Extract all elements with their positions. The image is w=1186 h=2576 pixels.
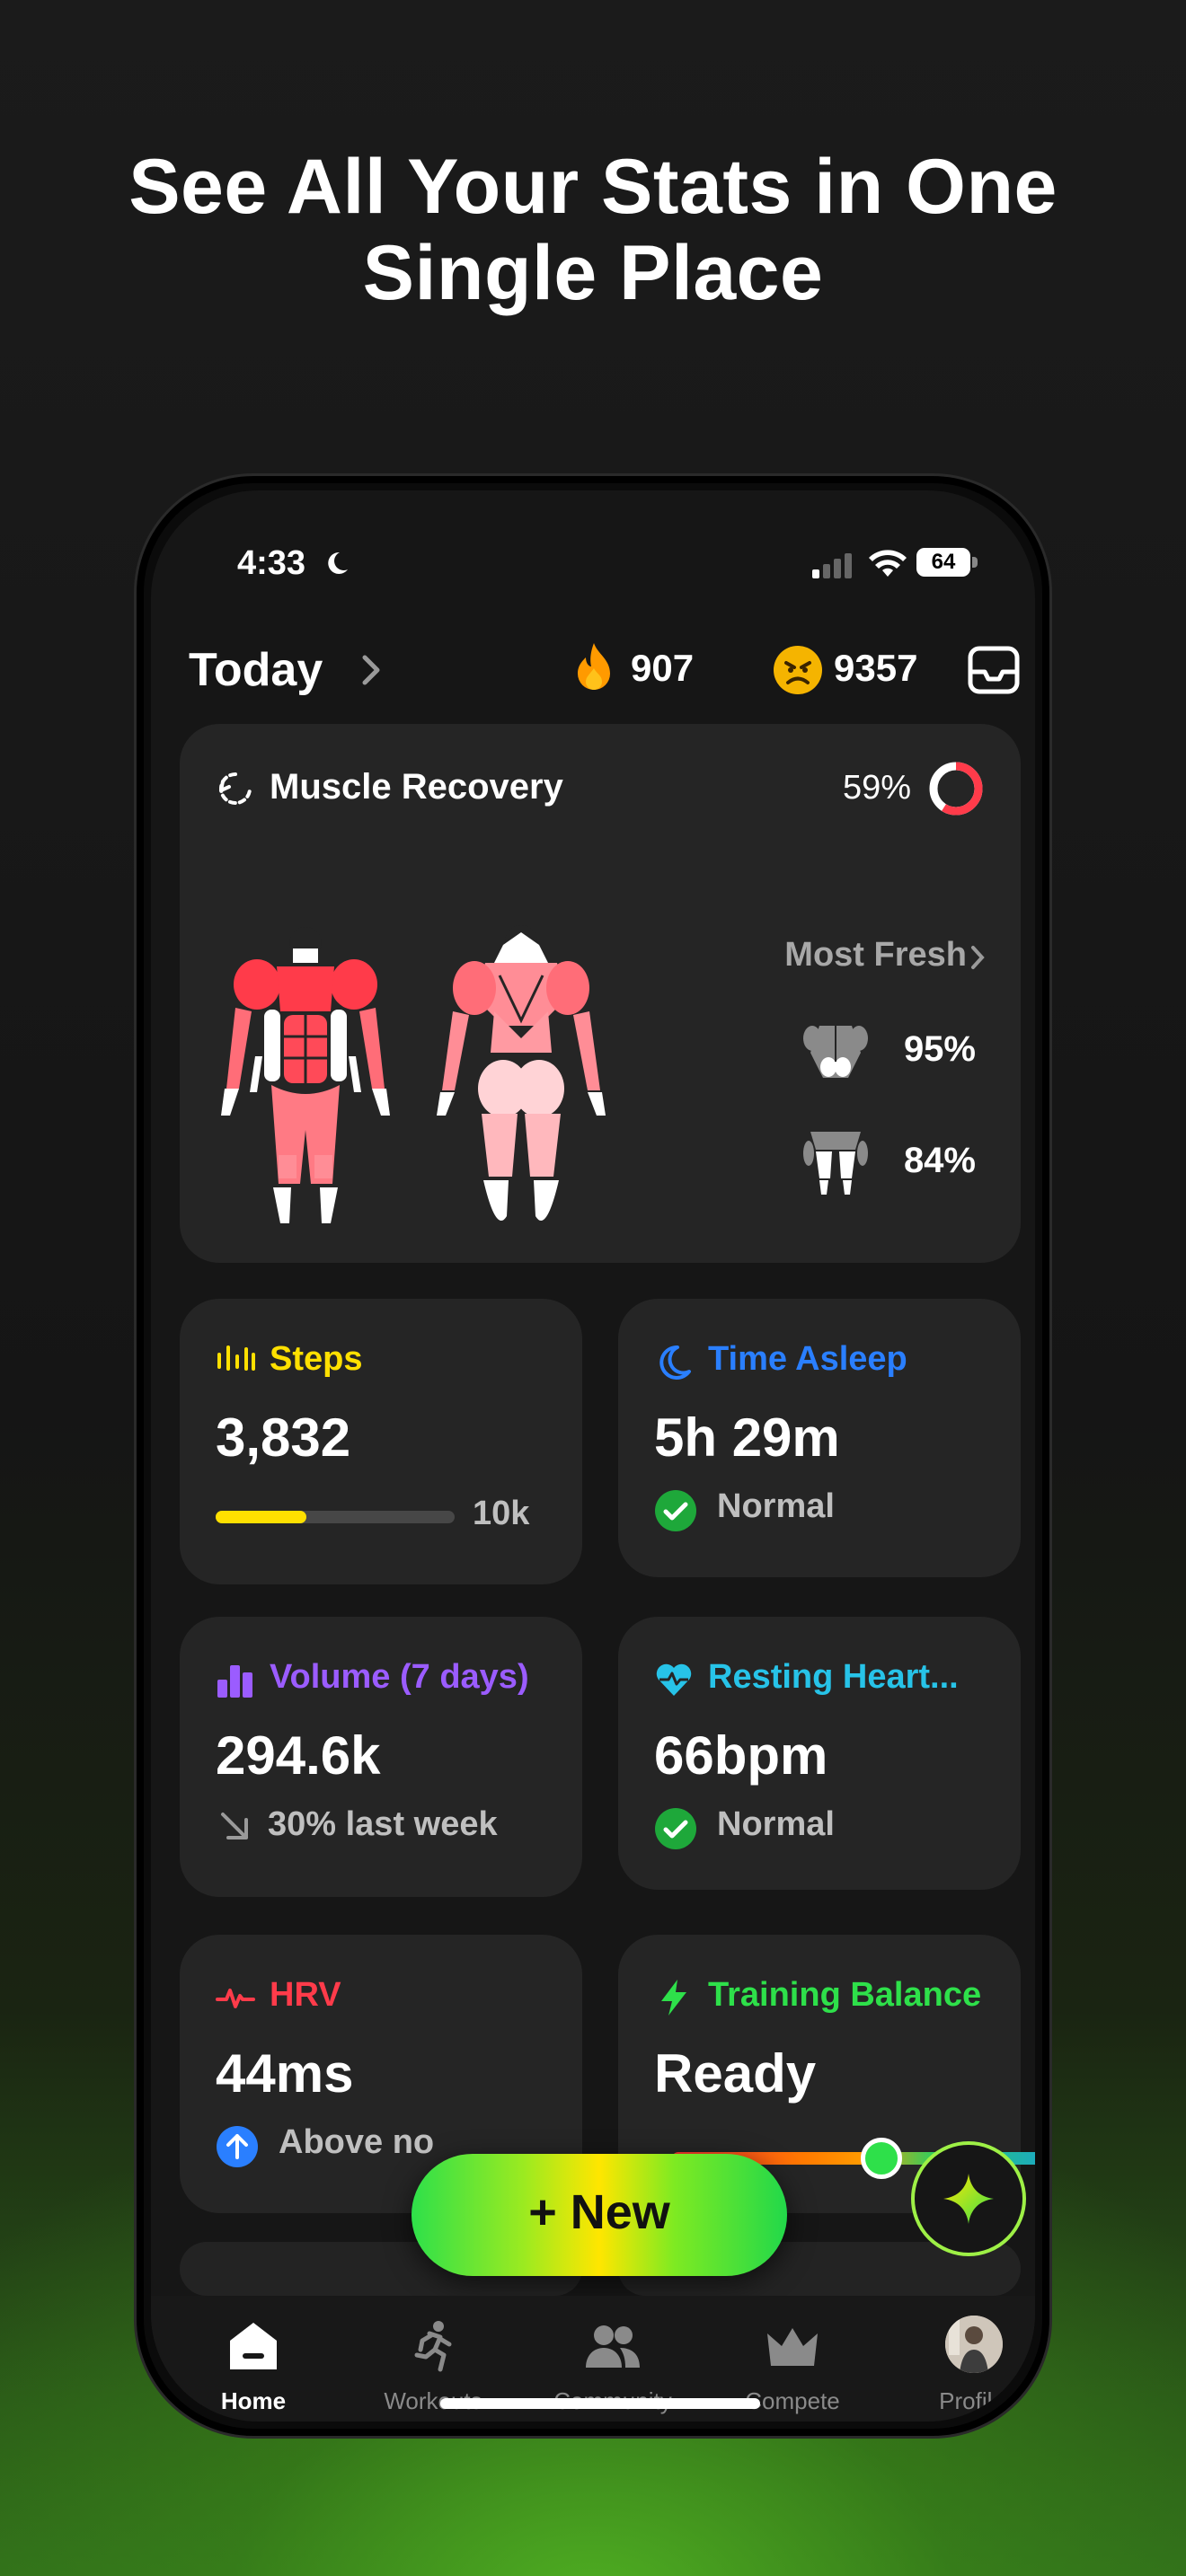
resting-heart-value: 66bpm [654,1725,828,1786]
time-asleep-value: 5h 29m [654,1407,840,1468]
tab-compete[interactable]: Compete [703,2296,882,2414]
steps-title: Steps [270,1340,363,1378]
battery-indicator: 64 [916,548,970,577]
steps-progress-fill [216,1511,307,1523]
steps-bars-icon [217,1345,255,1371]
tab-home-label: Home [220,2387,287,2414]
steps-progress-bar [216,1511,455,1523]
crown-icon [767,2328,818,2366]
top-bar: Today 907 9357 [151,634,1035,706]
plus-icon: + [528,2185,571,2239]
people-icon [586,2325,640,2368]
sparkle-icon [943,2174,994,2224]
moon-icon [659,1345,691,1380]
headline-line-2: Single Place [362,230,824,316]
muscle-recovery-percent: 59% [842,769,911,807]
time-asleep-status: Normal [717,1487,835,1525]
status-bar: 4:33 64 [151,544,1035,589]
recovery-ring [929,762,983,816]
muscle-recovery-title: Muscle Recovery [270,767,563,807]
app-screen: 4:33 64 Today 907 9357 Muscle Recovery 5… [151,490,1035,2422]
points-count[interactable]: 9357 [834,647,917,690]
volume-card[interactable]: Volume (7 days) 294.6k 30% last week [180,1617,582,1897]
phone-frame: 4:33 64 Today 907 9357 Muscle Recovery 5… [137,476,1049,2436]
chevron-right-icon[interactable] [358,650,385,690]
wifi-icon [869,550,907,577]
today-title[interactable]: Today [189,643,323,697]
resting-heart-title: Resting Heart... [708,1658,959,1696]
resting-heart-card[interactable]: Resting Heart... 66bpm Normal [618,1617,1021,1890]
ai-sparkle-button[interactable] [911,2141,1026,2256]
resting-heart-status: Normal [717,1805,835,1843]
avatar [945,2316,1003,2373]
volume-value: 294.6k [216,1725,381,1786]
back-body-muscle-map [437,925,606,1221]
new-label-text: New [570,2185,670,2239]
tab-home[interactable]: Home [164,2296,343,2414]
check-circle-icon [655,1490,696,1531]
hrv-value: 44ms [216,2043,354,2104]
training-balance-marker [861,2138,902,2179]
tab-workouts[interactable]: Workouts [343,2296,523,2414]
bar-chart-icon [217,1665,252,1698]
recovery-icon [219,772,252,805]
angry-face-coin-icon [774,646,822,694]
front-body-muscle-map [221,927,390,1223]
hrv-status: Above no [279,2123,435,2161]
check-circle-icon [655,1808,696,1849]
heart-pulse-icon [656,1663,692,1696]
time-asleep-card[interactable]: Time Asleep 5h 29m Normal [618,1299,1021,1577]
new-button-label: + New [412,2184,787,2240]
moon-icon [328,551,348,574]
inbox-icon[interactable] [967,645,1021,695]
battery-tip [972,557,978,568]
flame-icon [578,643,610,690]
fresh-percent-2: 84% [903,1141,976,1180]
training-balance-title: Training Balance [708,1976,982,2014]
fresh-percent-1: 95% [903,1029,976,1069]
most-fresh-link[interactable]: Most Fresh [784,936,967,975]
training-balance-value: Ready [654,2043,817,2104]
steps-card[interactable]: Steps 3,832 10k [180,1299,582,1584]
muscle-recovery-card[interactable]: Muscle Recovery 59% Most Fresh 95% 84% [180,724,1021,1263]
hrv-title: HRV [270,1976,341,2014]
pulse-line-icon [216,1989,255,2008]
tab-community[interactable]: Community [523,2296,703,2414]
runner-icon [414,2321,452,2372]
time-asleep-title: Time Asleep [708,1340,907,1378]
tab-profile[interactable]: Profile [882,2296,1035,2414]
steps-value: 3,832 [216,1407,351,1468]
arrow-down-right-icon [221,1813,248,1839]
new-button[interactable]: + New [412,2154,787,2276]
volume-trend: 30% last week [268,1805,498,1843]
back-muscles-icon [803,1026,868,1078]
chevron-right-icon[interactable] [969,943,987,972]
steps-goal: 10k [473,1495,530,1532]
home-indicator [440,2398,760,2409]
status-time: 4:33 [237,544,306,582]
arrow-up-circle-icon [217,2126,258,2167]
home-icon [230,2323,277,2369]
volume-title: Volume (7 days) [270,1658,529,1696]
headline-line-1: See All Your Stats in One [128,144,1058,230]
cellular-signal-icon [812,553,852,578]
legs-muscles-icon [803,1132,868,1195]
tab-profile-label: Profile [939,2387,1005,2414]
profile-photo-icon [945,2316,1003,2373]
lightning-icon [661,1980,686,2016]
headline: See All Your Stats in One Single Place [0,144,1186,316]
streak-count[interactable]: 907 [631,647,694,690]
